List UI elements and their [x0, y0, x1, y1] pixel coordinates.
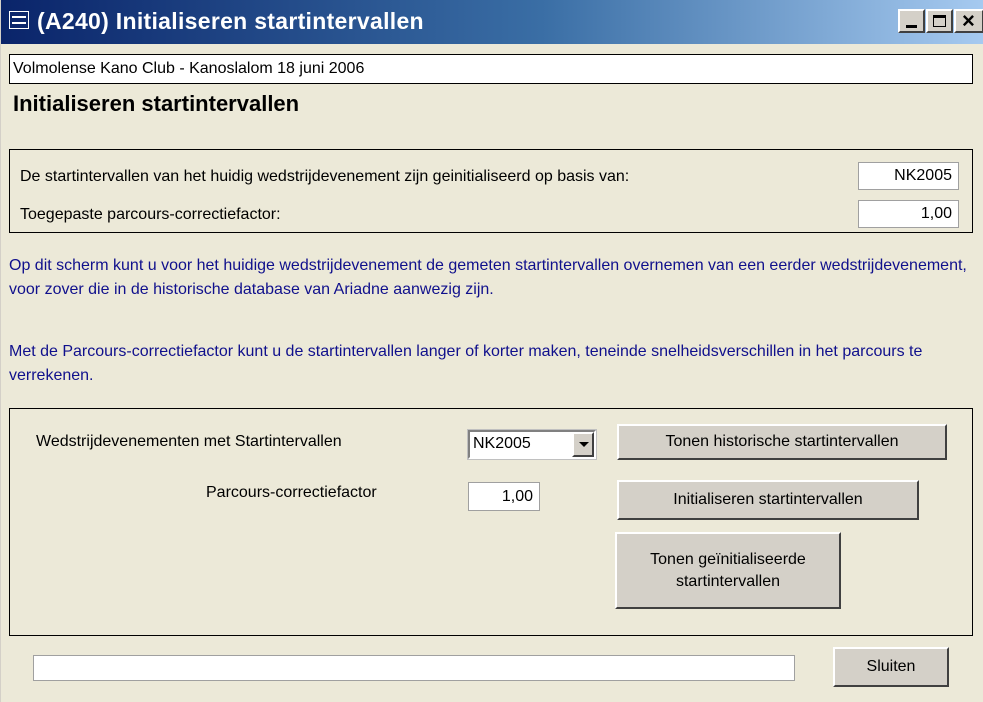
status-field: [33, 655, 795, 681]
current-initialization-panel: De startintervallen van het huidig wedst…: [9, 149, 973, 233]
applied-factor-label: Toegepaste parcours-correctiefactor:: [20, 206, 281, 223]
factor-input[interactable]: 1,00: [468, 482, 540, 511]
chevron-down-icon[interactable]: [572, 432, 594, 457]
show-historic-intervals-button[interactable]: Tonen historische startintervallen: [617, 424, 947, 460]
window-title: (A240) Initialiseren startintervallen: [37, 8, 424, 34]
maximize-icon: [933, 15, 946, 27]
title-bar[interactable]: (A240) Initialiseren startintervallen ×: [1, 0, 983, 44]
factor-label: Parcours-correctiefactor: [206, 484, 377, 501]
minimize-button[interactable]: [898, 9, 925, 33]
help-text-1: Op dit scherm kunt u voor het huidige we…: [9, 257, 967, 298]
main-window: (A240) Initialiseren startintervallen × …: [0, 0, 983, 702]
applied-factor-field: 1,00: [858, 200, 959, 228]
maximize-button[interactable]: [926, 9, 953, 33]
form-icon[interactable]: [9, 11, 29, 29]
page-title: Initialiseren startintervallen: [13, 91, 300, 116]
close-icon: ×: [962, 8, 975, 33]
basis-label: De startintervallen van het huidig wedst…: [20, 168, 630, 185]
help-text-2: Met de Parcours-correctiefactor kunt u d…: [9, 343, 923, 384]
events-dropdown[interactable]: NK2005: [467, 429, 597, 460]
initialization-panel: Wedstrijdevenementen met Startintervalle…: [9, 408, 973, 636]
initialize-intervals-button[interactable]: Initialiseren startintervallen: [617, 480, 919, 520]
event-name-field: Volmolense Kano Club - Kanoslalom 18 jun…: [9, 54, 973, 84]
close-button[interactable]: Sluiten: [833, 647, 949, 687]
events-label: Wedstrijdevenementen met Startintervalle…: [36, 433, 342, 450]
close-window-button[interactable]: ×: [954, 9, 983, 33]
show-initialized-intervals-button[interactable]: Tonen geïnitialiseerde startintervallen: [615, 532, 841, 609]
events-selected-value: NK2005: [473, 435, 531, 452]
minimize-icon: [906, 25, 917, 28]
basis-value-field: NK2005: [858, 162, 959, 190]
